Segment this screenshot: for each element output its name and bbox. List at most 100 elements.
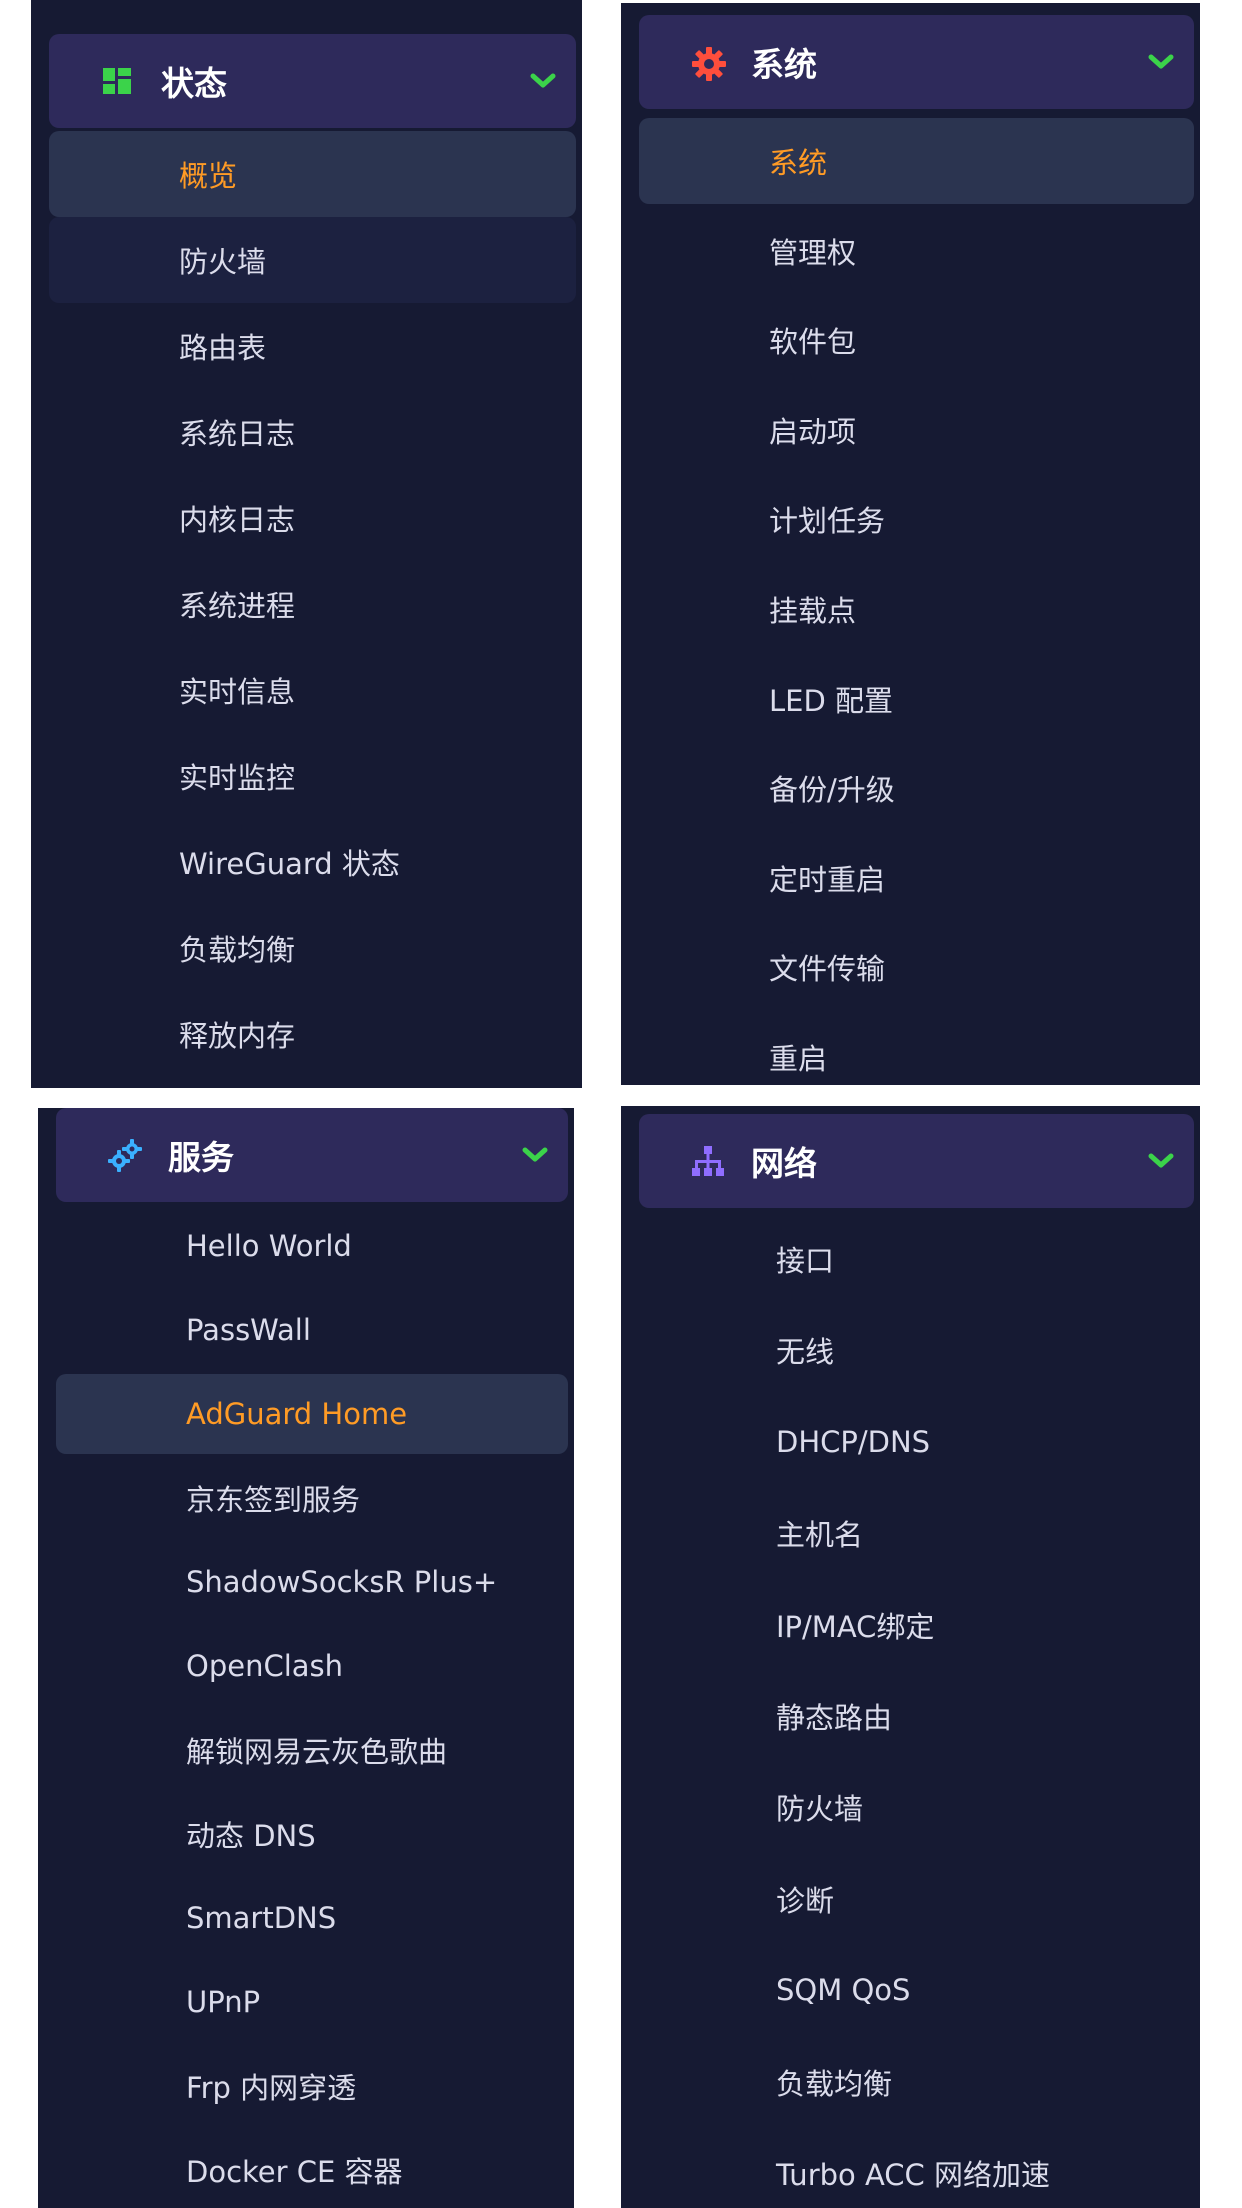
menu-panel-services: 服务 Hello World PassWall AdGuard Home 京东签到服务… <box>38 1108 574 2208</box>
menu-item-label: 系统 <box>769 146 828 180</box>
menu-item-label: 解锁网易云灰色歌曲 <box>186 1735 448 1769</box>
menu-item[interactable]: 路由表 <box>49 303 576 389</box>
menu-item-label: UPnP <box>186 1985 261 2019</box>
menu-item[interactable]: IP/MAC绑定 <box>639 1583 1194 1667</box>
menu-item-label: ShadowSocksR Plus+ <box>186 1565 498 1599</box>
menu-item[interactable]: 接口 <box>639 1217 1194 1301</box>
chevron-down-icon <box>1148 53 1174 71</box>
menu-item[interactable]: LED 配置 <box>639 656 1194 742</box>
menu-item-label: 接口 <box>776 1244 835 1278</box>
menu-item[interactable]: 内核日志 <box>49 475 576 561</box>
menu-item-label: 系统进程 <box>179 589 296 623</box>
menu-item[interactable]: 负载均衡 <box>49 905 576 991</box>
menu-item-label: 动态 DNS <box>186 1819 316 1853</box>
menu-item-label: 管理权 <box>769 235 857 270</box>
menu-item-label: OpenClash <box>186 1649 344 1683</box>
chevron-down-icon <box>522 1146 548 1164</box>
menu-item[interactable]: 启动项 <box>639 387 1194 473</box>
menu-item[interactable]: DHCP/DNS <box>639 1400 1194 1484</box>
menu-item[interactable]: 动态 DNS <box>56 1794 568 1874</box>
menu-item[interactable]: Turbo ACC 网络加速 <box>639 2131 1194 2208</box>
menu-item-label: 定时重启 <box>769 862 886 897</box>
menu-header-title: 系统 <box>751 45 817 84</box>
menu-item-label: SQM QoS <box>776 1973 911 2008</box>
menu-item-label: 系统日志 <box>179 417 296 451</box>
menu-item-label: 负载均衡 <box>179 933 296 967</box>
menu-item[interactable]: 防火墙 <box>639 1765 1194 1849</box>
menu-header-title: 网络 <box>751 1144 817 1183</box>
menu-item-label: 文件传输 <box>769 952 886 987</box>
menu-item[interactable]: WireGuard 状态 <box>49 819 576 905</box>
menu-item-label: 防火墙 <box>776 1792 864 1827</box>
menu-item[interactable]: 计划任务 <box>639 476 1194 562</box>
dashboard-icon <box>101 65 133 97</box>
menu-item[interactable]: Hello World <box>56 1206 568 1286</box>
menu-panel-system: 系统 系统管理权软件包启动项计划任务挂载点 LED 配置 备份/升级定时重启文件传输… <box>621 3 1200 1085</box>
menu-item-label: 软件包 <box>769 325 857 360</box>
menu-item-label: LED 配置 <box>769 683 894 718</box>
menu-item-label: Frp 内网穿透 <box>186 2071 357 2105</box>
menu-header-system[interactable]: 系统 <box>639 15 1194 109</box>
menu-item-label: Turbo ACC 网络加速 <box>776 2158 1051 2192</box>
menu-item[interactable]: 系统进程 <box>49 561 576 647</box>
menu-item-label: 防火墙 <box>179 245 267 279</box>
menu-item[interactable]: 释放内存 <box>49 991 576 1077</box>
menu-item[interactable]: 主机名 <box>639 1491 1194 1575</box>
menu-item-label: 启动项 <box>769 414 857 449</box>
menu-item[interactable]: 重启 <box>639 1014 1194 1085</box>
menu-item-label: 实时监控 <box>179 761 296 795</box>
menu-item-label: PassWall <box>186 1313 311 1347</box>
menu-item[interactable]: 实时信息 <box>49 647 576 733</box>
menu-item-label: 实时信息 <box>179 675 296 709</box>
gear-icon <box>691 46 726 81</box>
chevron-down-icon <box>1148 1152 1174 1170</box>
menu-item-label: 诊断 <box>776 1883 835 1918</box>
menu-item[interactable]: 定时重启 <box>639 835 1194 921</box>
menu-item-label: SmartDNS <box>186 1901 337 1935</box>
menu-item[interactable]: Frp 内网穿透 <box>56 2046 568 2126</box>
menu-item[interactable]: 软件包 <box>639 297 1194 383</box>
menu-item-label: 释放内存 <box>179 1019 296 1053</box>
menu-item-label: DHCP/DNS <box>776 1424 931 1459</box>
chevron-down-icon <box>530 72 556 90</box>
menu-item[interactable]: 挂载点 <box>639 566 1194 652</box>
menu-item-label: 京东签到服务 <box>186 1483 361 1517</box>
menu-item-label: 计划任务 <box>769 504 886 539</box>
menu-item-label: 备份/升级 <box>769 773 895 808</box>
menu-item-label: AdGuard Home <box>186 1397 408 1431</box>
menu-header-services[interactable]: 服务 <box>56 1108 568 1202</box>
menu-header-title: 状态 <box>161 64 227 103</box>
menu-item-label: Docker CE 容器 <box>186 2155 403 2189</box>
menu-item-label: 主机名 <box>776 1518 864 1553</box>
menu-item[interactable]: 系统 <box>639 118 1194 204</box>
menu-item[interactable]: OpenClash <box>56 1626 568 1706</box>
menu-item[interactable]: 管理权 <box>639 208 1194 294</box>
menu-header-status[interactable]: 状态 <box>49 34 576 128</box>
menu-item[interactable]: 诊断 <box>639 1857 1194 1941</box>
menu-item[interactable]: AdGuard Home <box>56 1374 568 1454</box>
menu-item[interactable]: 文件传输 <box>639 924 1194 1010</box>
menu-item-label: WireGuard 状态 <box>179 847 400 881</box>
menu-header-network[interactable]: 网络 <box>639 1114 1194 1208</box>
menu-item[interactable]: 京东签到服务 <box>56 1458 568 1538</box>
menu-item[interactable]: Docker CE 容器 <box>56 2130 568 2208</box>
menu-item[interactable]: 概览 <box>49 131 576 217</box>
sitemap-icon <box>691 1145 724 1177</box>
menu-item-label: 路由表 <box>179 331 267 365</box>
menu-item[interactable]: 静态路由 <box>639 1674 1194 1758</box>
menu-item[interactable]: SQM QoS <box>639 1948 1194 2032</box>
menu-item[interactable]: UPnP <box>56 1962 568 2042</box>
menu-item[interactable]: 系统日志 <box>49 389 576 475</box>
menu-item[interactable]: 负载均衡 <box>639 2040 1194 2124</box>
menu-item[interactable]: ShadowSocksR Plus+ <box>56 1542 568 1622</box>
menu-item[interactable]: 防火墙 <box>49 217 576 303</box>
menu-item[interactable]: PassWall <box>56 1290 568 1370</box>
menu-item[interactable]: 无线 <box>639 1308 1194 1392</box>
menu-item-label: 概览 <box>179 159 238 193</box>
menu-item[interactable]: 实时监控 <box>49 733 576 819</box>
menu-item-label: Hello World <box>186 1229 352 1263</box>
menu-item[interactable]: 备份/升级 <box>639 745 1194 831</box>
menu-item[interactable]: SmartDNS <box>56 1878 568 1958</box>
menu-item[interactable]: 解锁网易云灰色歌曲 <box>56 1710 568 1790</box>
menu-header-title: 服务 <box>168 1138 234 1177</box>
